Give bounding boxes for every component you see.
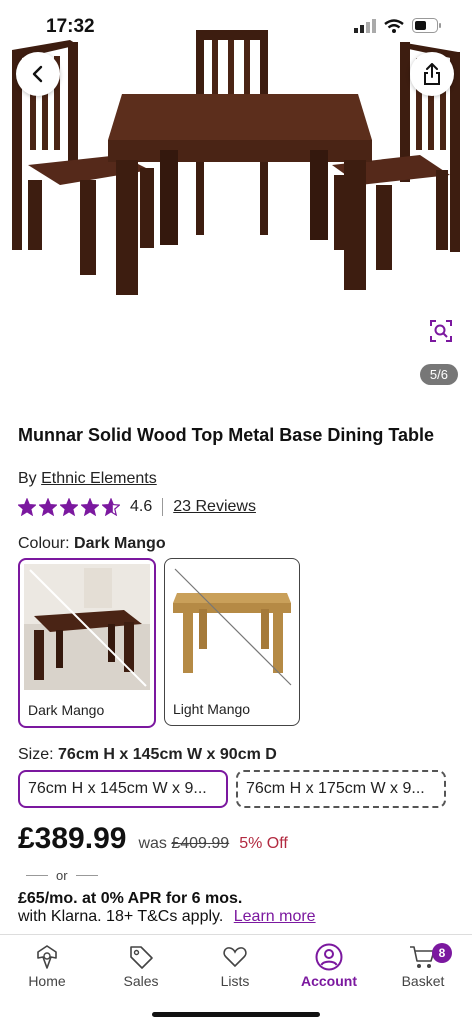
zoom-icon	[430, 320, 452, 342]
heart-icon	[223, 947, 247, 968]
discount-badge: 5% Off	[239, 835, 288, 852]
reviews-link[interactable]: 23 Reviews	[173, 498, 256, 516]
colour-option-light-mango[interactable]: Light Mango	[164, 558, 300, 726]
size-option-label: 76cm H x 145cm W x 9...	[28, 780, 207, 797]
chevron-left-icon	[32, 65, 43, 83]
wifi-icon	[384, 18, 404, 33]
share-button[interactable]	[410, 52, 454, 96]
learn-more-link[interactable]: Learn more	[234, 908, 316, 925]
rating-stars	[18, 498, 120, 516]
star-icon	[18, 498, 36, 516]
or-line-left	[26, 875, 48, 876]
colour-option-label: Light Mango	[173, 701, 251, 717]
tab-label: Basket	[401, 973, 445, 989]
was-label: was	[138, 835, 167, 852]
size-option-145[interactable]: 76cm H x 145cm W x 9...	[18, 770, 228, 808]
brand-link[interactable]: Ethnic Elements	[41, 470, 157, 487]
home-indicator	[152, 1012, 320, 1017]
product-image[interactable]	[0, 0, 472, 395]
status-time: 17:32	[46, 16, 95, 37]
or-line-right	[75, 875, 98, 876]
product-title: Munnar Solid Wood Top Metal Base Dining …	[18, 425, 435, 445]
tab-sales[interactable]: Sales	[94, 941, 188, 989]
colour-option-label: Dark Mango	[28, 702, 105, 718]
star-icon	[102, 498, 120, 516]
status-bar: 17:32	[0, 0, 472, 50]
klarna-line1: £65/mo. at 0% APR for 6 mos.	[18, 890, 243, 907]
basket-count-badge: 8	[432, 943, 452, 963]
size-option-label: 76cm H x 175cm W x 9...	[246, 780, 425, 797]
was-amount: £409.99	[171, 835, 230, 852]
image-counter: 5/6	[419, 364, 458, 385]
brand-line: By Ethnic Elements	[18, 470, 157, 488]
home-icon	[37, 945, 57, 969]
colour-selected: Dark Mango	[74, 535, 166, 552]
tab-home[interactable]: Home	[0, 941, 94, 989]
current-price: £389.99	[18, 822, 127, 855]
tab-label: Lists	[220, 973, 250, 989]
tab-account[interactable]: Account	[282, 941, 376, 989]
colour-label-text: Colour:	[18, 535, 70, 552]
tab-label: Account	[301, 973, 357, 989]
price-row: £389.99 was £409.99 5% Off	[18, 822, 288, 856]
rating-divider	[162, 498, 164, 516]
battery-icon	[412, 18, 441, 33]
klarna-finance: £65/mo. at 0% APR for 6 mos. with Klarna…	[18, 890, 316, 926]
klarna-line2-wrap: with Klarna. 18+ T&Cs apply. Learn more	[18, 908, 316, 926]
or-text: or	[56, 868, 68, 883]
star-icon	[81, 498, 99, 516]
zoom-button[interactable]	[430, 320, 452, 347]
size-label-text: Size:	[18, 746, 54, 763]
star-icon	[39, 498, 57, 516]
klarna-line2: with Klarna. 18+ T&Cs apply.	[18, 908, 224, 925]
signal-icon	[354, 18, 376, 33]
or-divider: or	[18, 868, 106, 883]
by-prefix: By	[18, 470, 37, 487]
size-label: Size: 76cm H x 145cm W x 90cm D	[18, 746, 277, 764]
rating-value: 4.6	[130, 498, 153, 515]
tab-lists[interactable]: Lists	[188, 941, 282, 989]
star-icon	[60, 498, 78, 516]
light-mango-image	[169, 563, 295, 689]
size-option-175[interactable]: 76cm H x 175cm W x 9...	[236, 770, 446, 808]
tab-label: Sales	[123, 973, 159, 989]
status-icons	[354, 18, 442, 33]
tag-icon	[130, 946, 153, 969]
colour-label: Colour: Dark Mango	[18, 535, 166, 553]
back-button[interactable]	[16, 52, 60, 96]
rating-row: 4.6 23 Reviews	[18, 498, 256, 516]
dark-mango-image	[24, 564, 150, 690]
colour-option-dark-mango[interactable]: Dark Mango	[18, 558, 156, 728]
tab-basket[interactable]: 8 Basket	[376, 941, 470, 989]
bottom-tab-bar: Home Sales Lists Account 8 Basket	[0, 934, 472, 1025]
share-icon	[424, 63, 440, 85]
tab-label: Home	[28, 973, 66, 989]
was-price: was £409.99	[138, 835, 229, 853]
size-selected: 76cm H x 145cm W x 90cm D	[58, 746, 277, 763]
account-icon	[315, 943, 343, 971]
dining-set-illustration	[12, 30, 460, 295]
